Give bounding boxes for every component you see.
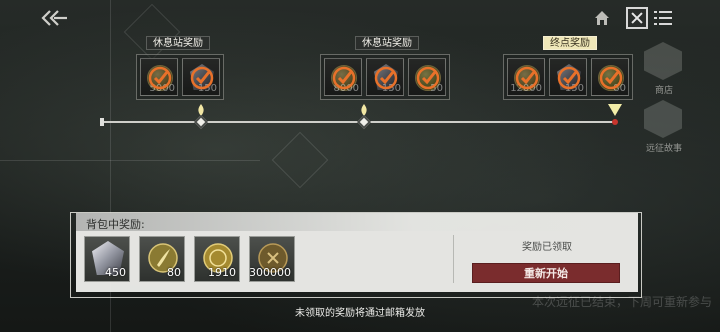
reward-slot[interactable]: 150: [182, 58, 220, 96]
bag-item-quantity: 300000: [249, 266, 291, 279]
check-icon: [557, 66, 581, 90]
reward-slot[interactable]: 5000: [140, 58, 178, 96]
bag-item[interactable]: 300000: [249, 236, 295, 282]
check-icon: [332, 66, 356, 90]
bag-item[interactable]: 1910: [194, 236, 240, 282]
milestone-title-final: 终点奖励: [543, 36, 597, 50]
bag-item-quantity: 80: [167, 266, 181, 279]
check-icon: [148, 66, 172, 90]
restart-button[interactable]: 重新开始: [472, 263, 620, 283]
panel-divider: [453, 235, 454, 283]
bag-item-quantity: 450: [105, 266, 126, 279]
check-icon: [416, 66, 440, 90]
reward-slot[interactable]: 80: [591, 58, 629, 96]
back-icon[interactable]: [40, 8, 68, 28]
milestone-title: 休息站奖励: [355, 36, 419, 50]
reward-slot[interactable]: 50: [408, 58, 446, 96]
background-line: [0, 160, 260, 161]
reward-slot[interactable]: 150: [549, 58, 587, 96]
panel-header: [76, 213, 638, 231]
panel-title: 背包中奖励:: [86, 218, 145, 231]
check-icon: [190, 66, 214, 90]
check-icon: [374, 66, 398, 90]
home-icon[interactable]: [594, 10, 610, 26]
bag-item-quantity: 1910: [208, 266, 236, 279]
milestone-rewards: 5000 150: [136, 54, 224, 100]
reward-slot[interactable]: 8000: [324, 58, 362, 96]
milestone-title: 休息站奖励: [146, 36, 210, 50]
current-position-dot: [612, 119, 618, 125]
milestone-rewards: 8000 150 50: [320, 54, 450, 100]
menu-icon[interactable]: [654, 10, 672, 26]
bag-item[interactable]: 450: [84, 236, 130, 282]
mail-delivery-note: 未领取的奖励将通过邮箱发放: [295, 308, 425, 319]
check-icon: [599, 66, 623, 90]
milestone-rewards: 12000 150 80: [503, 54, 633, 100]
reward-slot[interactable]: 12000: [507, 58, 545, 96]
close-icon[interactable]: [626, 7, 648, 29]
bag-item[interactable]: 80: [139, 236, 185, 282]
side-button-label: 远征故事: [645, 144, 682, 154]
bag-rewards-panel: 背包中奖励: 450 80 1910 300000 奖励已领取 重新开始: [76, 213, 638, 292]
reward-slot[interactable]: 150: [366, 58, 404, 96]
rewards-claimed-label: 奖励已领取: [522, 242, 572, 253]
side-button-label: 商店: [654, 86, 673, 96]
track-start-cap: [100, 118, 104, 126]
check-icon: [515, 66, 539, 90]
